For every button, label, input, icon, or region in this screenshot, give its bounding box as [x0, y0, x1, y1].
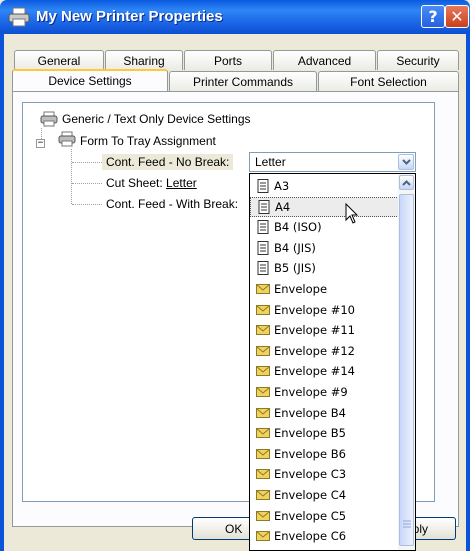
dropdown-item[interactable]: Envelope B5 [250, 423, 399, 443]
tab-security[interactable]: Security [377, 50, 459, 70]
dropdown-item[interactable]: Envelope #14 [250, 361, 399, 381]
dropdown-item-label: B4 (ISO) [274, 220, 322, 235]
tree-line [71, 149, 72, 204]
envelope-icon [256, 469, 270, 480]
paper-icon [257, 220, 269, 235]
tab-ports[interactable]: Ports [184, 50, 272, 70]
envelope-icon [256, 304, 270, 315]
dropdown-item-label: Envelope #9 [274, 385, 348, 399]
tree-item-no-break[interactable]: Cont. Feed - No Break: [102, 154, 234, 170]
dropdown-item-label: Envelope C3 [274, 467, 347, 482]
dropdown-item-label: Envelope C5 [274, 508, 347, 523]
dropdown-item[interactable]: Envelope C4 [250, 485, 399, 505]
envelope-icon [256, 407, 270, 418]
printer-settings-icon [40, 111, 58, 127]
tree-line [72, 204, 102, 205]
dropdown-item[interactable]: Envelope B6 [250, 444, 399, 464]
tree-item-with-break[interactable]: Cont. Feed - With Break: [106, 197, 238, 211]
dropdown-item[interactable]: Envelope #12 [250, 341, 399, 361]
dropdown-item-label: Envelope [274, 282, 328, 296]
envelope-icon [256, 531, 270, 542]
dropdown-item-label: Envelope #12 [274, 343, 355, 358]
tab-printer-commands[interactable]: Printer Commands [169, 71, 317, 91]
dropdown-item[interactable]: Envelope C3 [250, 464, 399, 484]
tab-device-settings[interactable]: Device Settings [12, 69, 168, 91]
envelope-icon [256, 345, 270, 356]
dropdown-item-label: Envelope #10 [274, 302, 355, 317]
paper-icon [257, 240, 269, 255]
scroll-thumb[interactable] [399, 194, 414, 546]
dropdown-item[interactable]: Envelope C6 [250, 526, 399, 546]
paper-icon [257, 179, 269, 193]
dropdown-item-label: Envelope #14 [274, 364, 355, 379]
dropdown-item[interactable]: Envelope [250, 279, 399, 299]
mouse-cursor-icon [345, 203, 359, 224]
dropdown-item[interactable]: Envelope B4 [250, 403, 399, 423]
dropdown-item[interactable]: Envelope #11 [250, 320, 399, 340]
printer-icon [8, 7, 30, 27]
dropdown-item[interactable]: Envelope #10 [250, 300, 399, 320]
dropdown-item-label: A4 [275, 199, 291, 214]
envelope-icon [256, 366, 270, 377]
tab-advanced[interactable]: Advanced [273, 50, 376, 70]
dropdown-item-label: B4 (JIS) [274, 240, 316, 255]
dropdown-item-label: A3 [274, 179, 290, 193]
dropdown-item[interactable]: A3 [250, 176, 399, 196]
paper-icon [258, 199, 270, 214]
title-bar[interactable]: My New Printer Properties ? ✕ [0, 0, 470, 34]
dropdown-scrollbar[interactable] [398, 174, 415, 550]
tree-group-label[interactable]: Form To Tray Assignment [80, 134, 216, 148]
collapse-toggle[interactable]: − [36, 139, 45, 148]
dropdown-item-label: Envelope B4 [274, 405, 346, 420]
dropdown-item-label: Envelope B6 [274, 446, 346, 461]
envelope-icon [256, 284, 270, 294]
tray-icon [58, 131, 76, 147]
chevron-down-icon[interactable] [398, 154, 414, 170]
tab-sharing[interactable]: Sharing [105, 50, 183, 70]
dropdown-item-label: Envelope #11 [274, 323, 355, 338]
dropdown-item[interactable]: A4 [250, 196, 399, 217]
dropdown-item-label: Envelope C4 [274, 488, 347, 502]
tree-item-cut-sheet[interactable]: Cut Sheet: Letter [106, 176, 197, 190]
window-title: My New Printer Properties [36, 8, 223, 25]
dropdown-item[interactable]: B4 (JIS) [250, 238, 399, 258]
cut-sheet-value: Letter [166, 176, 197, 190]
dropdown-item[interactable]: B5 (JIS) [250, 258, 399, 278]
envelope-icon [256, 325, 270, 336]
dropdown-item[interactable]: Envelope #9 [250, 382, 399, 402]
tab-general[interactable]: General [14, 50, 104, 70]
help-button[interactable]: ? [421, 5, 445, 28]
dropdown-item-label: Envelope B5 [274, 426, 346, 441]
dropdown-item[interactable]: B4 (ISO) [250, 217, 399, 237]
envelope-icon [256, 428, 270, 439]
close-button[interactable]: ✕ [445, 5, 469, 28]
dropdown-item[interactable]: Envelope C5 [250, 506, 399, 526]
cut-sheet-label: Cut Sheet: [106, 176, 163, 190]
scroll-up-icon[interactable] [399, 175, 414, 190]
envelope-icon [256, 387, 270, 397]
envelope-icon [256, 510, 270, 521]
tab-font-selection[interactable]: Font Selection [318, 71, 459, 91]
paper-icon [257, 261, 269, 276]
tree-line [72, 162, 102, 163]
tree-line [72, 183, 102, 184]
dropdown-item-label: B5 (JIS) [274, 261, 316, 276]
paper-size-dropdown[interactable]: A3 A4 B4 (ISO) B4 (JIS) B5 (JIS) Envelope Enve… [249, 173, 416, 551]
envelope-icon [256, 490, 270, 500]
ok-label: OK [225, 522, 243, 536]
paper-size-combo[interactable]: Letter [249, 152, 416, 172]
envelope-icon [256, 448, 270, 459]
dropdown-item-label: Envelope C6 [274, 529, 347, 544]
combo-value: Letter [255, 155, 286, 169]
tree-root-label[interactable]: Generic / Text Only Device Settings [62, 112, 251, 126]
